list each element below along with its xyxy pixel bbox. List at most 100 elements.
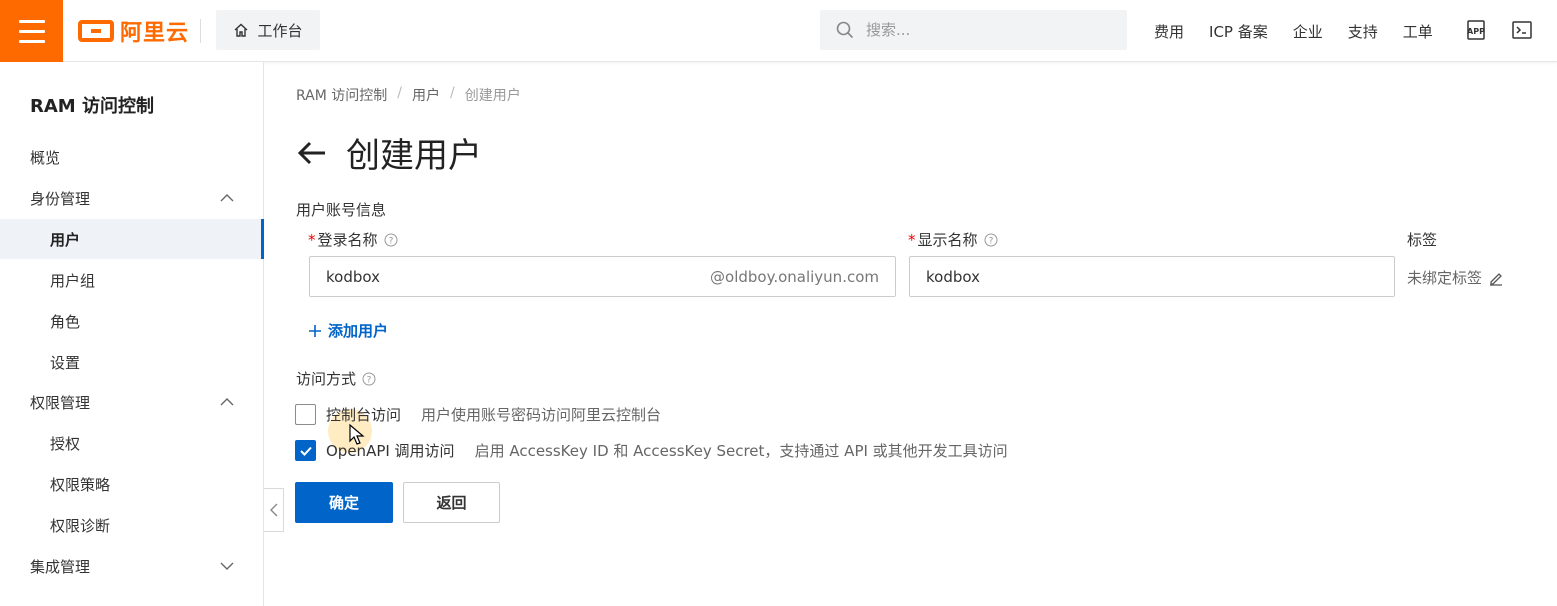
openapi-access-checkbox[interactable] <box>295 440 316 461</box>
sidebar-item-label: 角色 <box>50 312 81 331</box>
workbench-label: 工作台 <box>257 21 303 40</box>
sidebar-item-label: 权限策略 <box>50 475 111 494</box>
back-arrow-icon[interactable] <box>296 137 328 169</box>
app-icon[interactable]: APP <box>1465 19 1487 41</box>
menu-line <box>18 39 45 43</box>
sidebar-collapse-button[interactable] <box>264 488 284 532</box>
sidebar-item-grants[interactable]: 授权 <box>0 423 264 463</box>
confirm-button[interactable]: 确定 <box>295 482 393 523</box>
console-access-desc: 用户使用账号密码访问阿里云控制台 <box>421 406 662 424</box>
sidebar-item-label: 设置 <box>50 353 81 372</box>
menu-line <box>18 29 45 33</box>
sidebar-title: RAM 访问控制 <box>30 96 154 117</box>
sidebar-group-identity[interactable]: 身份管理 <box>0 178 264 218</box>
required-mark: * <box>908 231 916 249</box>
sidebar-item-policies[interactable]: 权限策略 <box>0 464 264 504</box>
search-icon <box>836 21 854 39</box>
back-button[interactable]: 返回 <box>403 482 500 523</box>
divider <box>200 19 201 43</box>
login-name-label-text: 登录名称 <box>317 231 378 249</box>
breadcrumb-separator: / <box>450 85 455 101</box>
brand-name: 阿里云 <box>120 21 190 46</box>
required-mark: * <box>308 231 316 249</box>
add-user-button[interactable]: 添加用户 <box>308 320 388 341</box>
sidebar-item-label: 身份管理 <box>30 189 91 208</box>
sidebar-group-integration[interactable]: 集成管理 <box>0 546 264 586</box>
access-method-label: 访问方式 ? <box>296 368 376 389</box>
tag-edit-button[interactable]: 未绑定标签 <box>1407 267 1504 288</box>
mouse-cursor-icon <box>349 424 365 445</box>
sidebar-item-label: 用户组 <box>50 271 96 290</box>
nav-ticket[interactable]: 工单 <box>1403 21 1433 42</box>
hamburger-menu-button[interactable] <box>0 0 63 62</box>
sidebar-item-label: 授权 <box>50 434 81 453</box>
sidebar-item-user-groups[interactable]: 用户组 <box>0 260 264 300</box>
search-box[interactable] <box>820 10 1127 50</box>
top-nav: 费用 ICP 备案 企业 支持 工单 <box>1154 0 1458 62</box>
tag-value: 未绑定标签 <box>1407 269 1483 287</box>
edit-pencil-icon <box>1490 272 1503 286</box>
chevron-up-icon <box>220 194 234 202</box>
openapi-access-desc: 启用 AccessKey ID 和 AccessKey Secret，支持通过 … <box>474 442 1008 460</box>
add-user-label: 添加用户 <box>328 322 389 340</box>
terminal-icon[interactable] <box>1511 19 1533 41</box>
console-access-label: 控制台访问 <box>326 406 402 424</box>
help-icon[interactable]: ? <box>984 233 998 247</box>
nav-support[interactable]: 支持 <box>1348 21 1378 42</box>
display-name-label: * 显示名称 ? <box>908 229 998 250</box>
display-name-value: kodbox <box>926 267 980 286</box>
svg-text:?: ? <box>388 236 393 246</box>
console-access-option[interactable]: 控制台访问 用户使用账号密码访问阿里云控制台 <box>295 404 661 425</box>
login-name-label: * 登录名称 ? <box>308 229 398 250</box>
help-icon[interactable]: ? <box>362 372 376 386</box>
breadcrumb-ram[interactable]: RAM 访问控制 <box>296 85 387 105</box>
nav-icp[interactable]: ICP 备案 <box>1209 21 1268 42</box>
sidebar-group-permissions[interactable]: 权限管理 <box>0 382 264 422</box>
nav-enterprise[interactable]: 企业 <box>1293 21 1323 42</box>
workbench-button[interactable]: 工作台 <box>216 10 320 50</box>
display-name-input[interactable]: kodbox <box>909 256 1395 297</box>
domain-suffix: @oldboy.onaliyun.com <box>710 267 879 286</box>
tag-label: 标签 <box>1407 231 1438 249</box>
openapi-access-option[interactable]: OpenAPI 调用访问 启用 AccessKey ID 和 AccessKey… <box>295 440 1008 461</box>
sidebar-item-label: 权限管理 <box>30 393 91 412</box>
login-name-value: kodbox <box>326 267 380 286</box>
sidebar-item-label: 集成管理 <box>30 557 91 576</box>
login-name-input[interactable]: kodbox @oldboy.onaliyun.com <box>309 256 896 297</box>
help-icon[interactable]: ? <box>384 233 398 247</box>
sidebar-item-label: 权限诊断 <box>50 516 111 535</box>
menu-line <box>18 19 45 23</box>
sidebar-item-settings[interactable]: 设置 <box>0 342 264 382</box>
svg-text:?: ? <box>367 375 372 385</box>
sidebar-item-label: 用户 <box>50 230 81 249</box>
chevron-up-icon <box>220 398 234 406</box>
sidebar-item-users[interactable]: 用户 <box>0 219 264 259</box>
svg-text:?: ? <box>988 236 993 246</box>
page-header: 创建用户 <box>296 128 482 177</box>
aliyun-logo-icon <box>78 20 114 42</box>
plus-icon <box>309 324 321 337</box>
breadcrumb-current: 创建用户 <box>464 88 521 104</box>
chevron-left-icon <box>269 503 277 517</box>
sidebar-item-diagnostics[interactable]: 权限诊断 <box>0 505 264 545</box>
access-method-label-text: 访问方式 <box>296 370 357 388</box>
page-title: 创建用户 <box>346 136 482 176</box>
console-access-checkbox[interactable] <box>295 404 316 425</box>
search-input[interactable] <box>866 21 1106 39</box>
sidebar-item-label: 概览 <box>30 148 61 167</box>
home-icon <box>235 23 248 37</box>
sidebar: RAM 访问控制 概览 身份管理 用户 用户组 角色 设置 权限管理 授权 权限… <box>0 62 264 606</box>
top-bar: 阿里云 工作台 费用 ICP 备案 企业 支持 工单 APP <box>0 0 1557 62</box>
chevron-down-icon <box>220 562 234 570</box>
breadcrumb-separator: / <box>397 85 402 101</box>
display-name-label-text: 显示名称 <box>917 231 978 249</box>
breadcrumb: RAM 访问控制 / 用户 / 创建用户 <box>296 85 521 105</box>
sidebar-item-overview[interactable]: 概览 <box>0 137 264 177</box>
aliyun-logo[interactable]: 阿里云 <box>78 16 189 46</box>
nav-billing[interactable]: 费用 <box>1154 21 1184 42</box>
section-label: 用户账号信息 <box>296 201 387 219</box>
svg-text:APP: APP <box>1467 27 1485 36</box>
sidebar-item-roles[interactable]: 角色 <box>0 301 264 341</box>
checkmark-icon <box>299 446 312 456</box>
breadcrumb-users[interactable]: 用户 <box>412 85 440 105</box>
